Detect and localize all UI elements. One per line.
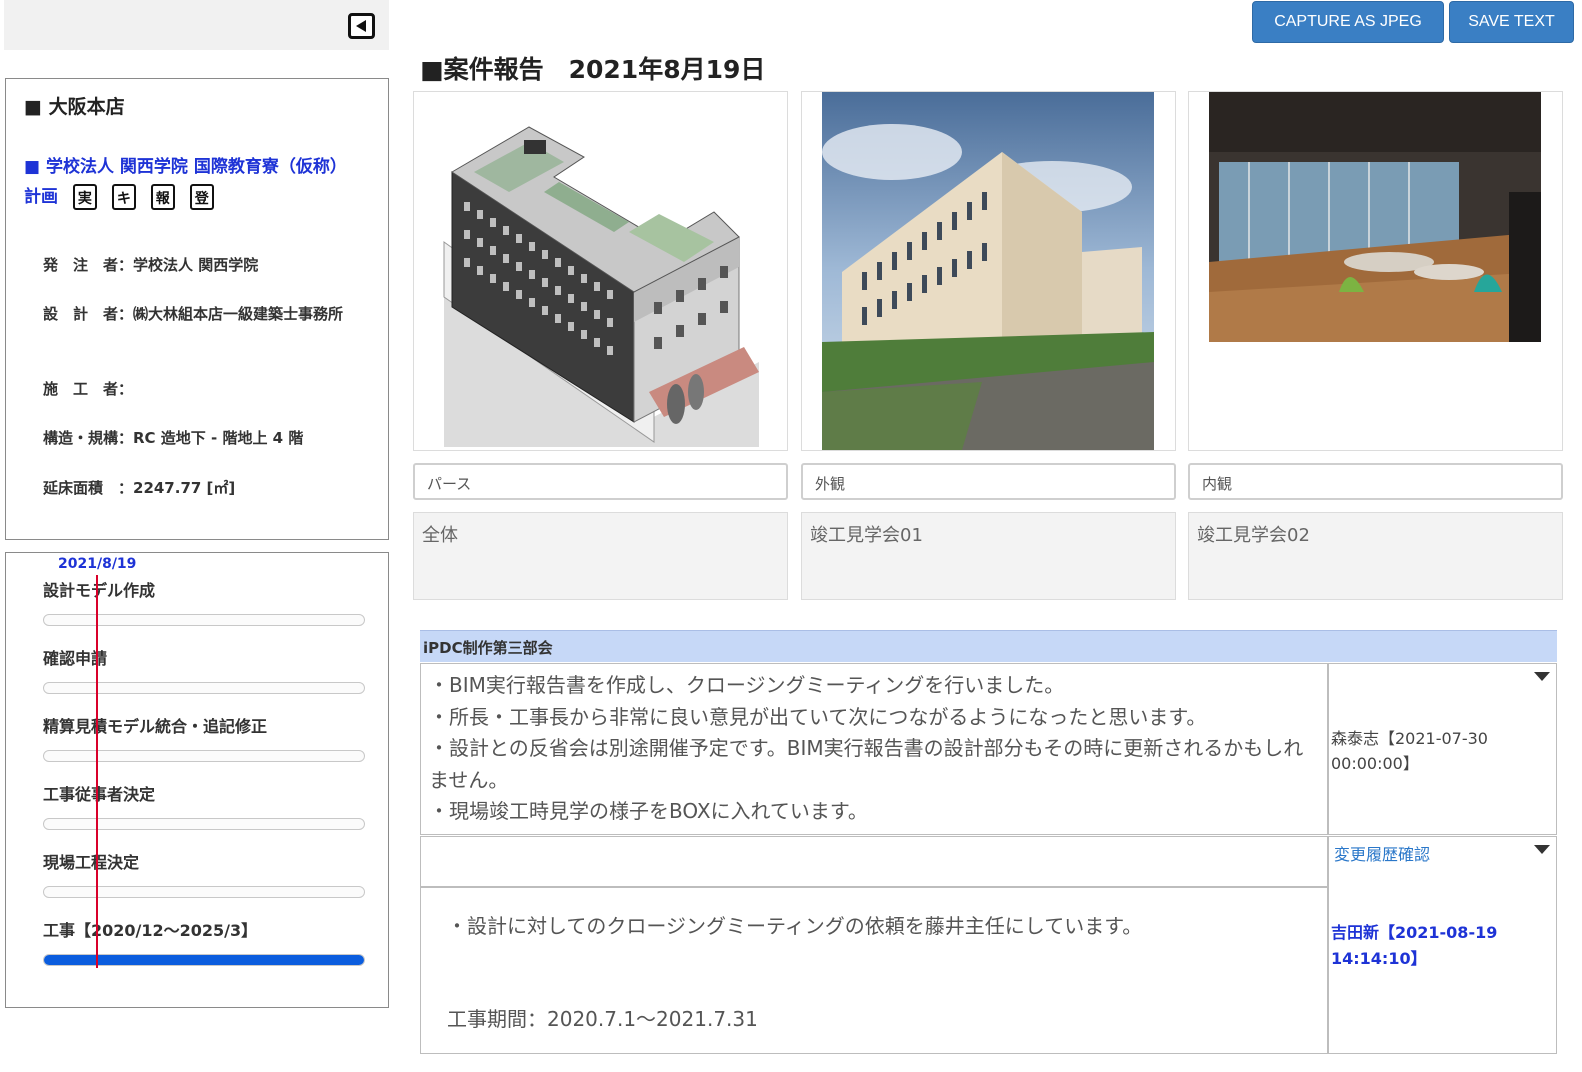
report-entry-meta: 森泰志【2021-07-30 00:00:00】 bbox=[1328, 663, 1557, 835]
report-title: ■案件報告 2021年8月19日 bbox=[420, 55, 766, 84]
task-label: 現場工程決定 bbox=[43, 853, 140, 872]
photo-description-field[interactable]: 全体 bbox=[413, 512, 788, 600]
task-progress-bar bbox=[43, 750, 365, 762]
bim-model-image bbox=[414, 92, 787, 450]
today-marker-line bbox=[96, 575, 98, 968]
capture-jpeg-button[interactable]: CAPTURE AS JPEG bbox=[1252, 1, 1444, 43]
badge-jikko[interactable]: 実 bbox=[72, 184, 97, 210]
project-title[interactable]: ■ 学校法人 関西学院 国際教育寮（仮称）計画 実 キ 報 登 bbox=[24, 152, 354, 212]
report-line: ・所長・工事長から非常に良い意見が出ていて次につながるようになったと思います。 bbox=[429, 704, 1207, 729]
badge-tou[interactable]: 登 bbox=[189, 184, 214, 210]
sidebar-topbar bbox=[4, 0, 389, 50]
entry-author: 森泰志【2021-07-30 00:00:00】 bbox=[1331, 729, 1488, 773]
progress-panel: 2021/8/19 設計モデル作成 確認申請 精算見積モデル統合・追記修正 工事… bbox=[5, 552, 389, 1008]
interior-photo-image bbox=[1189, 92, 1562, 450]
photo-exterior[interactable] bbox=[801, 91, 1176, 451]
photo-description-field[interactable]: 竣工見学会02 bbox=[1188, 512, 1563, 600]
task-progress-bar bbox=[43, 682, 365, 694]
save-text-button[interactable]: SAVE TEXT bbox=[1449, 1, 1574, 43]
task-progress-bar bbox=[43, 818, 365, 830]
change-history-link[interactable]: 変更履歴確認 bbox=[1334, 841, 1430, 865]
report-entry-text[interactable]: ・設計に対してのクロージングミーティングの依頼を藤井主任にしています。 工事期間… bbox=[420, 887, 1328, 1054]
contractor-line: 施 工 者： bbox=[43, 380, 134, 398]
badge-ki[interactable]: キ bbox=[111, 184, 136, 210]
project-info-panel: ■ 大阪本店 ■ 学校法人 関西学院 国際教育寮（仮称）計画 実 キ 報 登 発… bbox=[5, 78, 389, 540]
photo-caption-input[interactable]: パース bbox=[413, 463, 788, 500]
report-line: ・設計との反省会は別途開催予定です。BIM実行報告書の設計部分もその時に更新され… bbox=[429, 736, 1304, 792]
task-label: 精算見積モデル統合・追記修正 bbox=[43, 717, 268, 736]
photo-description-field[interactable]: 竣工見学会01 bbox=[801, 512, 1176, 600]
task-label: 工事従事者決定 bbox=[43, 785, 156, 804]
task-progress-bar bbox=[43, 614, 365, 626]
construction-period: 工事期間：2020.7.1～2021.7.31 bbox=[447, 1007, 758, 1031]
floor-area-line: 延床面積 ：2247.77 [㎡] bbox=[43, 479, 236, 497]
photo-caption-input[interactable]: 内観 bbox=[1188, 463, 1563, 500]
report-entry-meta: 変更履歴確認 吉田新【2021-08-19 14:14:10】 bbox=[1328, 836, 1557, 1054]
badge-hou[interactable]: 報 bbox=[150, 184, 175, 210]
office-title: ■ 大阪本店 bbox=[24, 96, 125, 118]
structure-line: 構造・規構：RC 造地下 - 階地上 4 階 bbox=[43, 429, 304, 447]
today-label: 2021/8/19 bbox=[58, 556, 137, 572]
chevron-down-icon[interactable] bbox=[1534, 672, 1550, 681]
photo-caption-input[interactable]: 外観 bbox=[801, 463, 1176, 500]
task-progress-bar bbox=[43, 954, 365, 966]
report-entry-subject-field[interactable] bbox=[420, 836, 1328, 887]
report-line: ・設計に対してのクロージングミーティングの依頼を藤井主任にしています。 bbox=[447, 914, 1143, 938]
department-header: iPDC制作第三部会 bbox=[420, 630, 1557, 662]
task-label: 工事【2020/12～2025/3】 bbox=[43, 921, 258, 940]
report-entry-text[interactable]: ・BIM実行報告書を作成し、クロージングミーティングを行いました。 ・所長・工事… bbox=[420, 663, 1328, 835]
entry-author: 吉田新【2021-08-19 14:14:10】 bbox=[1331, 923, 1498, 968]
report-line: ・現場竣工時見学の様子をBOXに入れています。 bbox=[429, 799, 868, 823]
designer-line: 設 計 者：㈱大林組本店一級建築士事務所 bbox=[43, 305, 344, 323]
report-line: ・BIM実行報告書を作成し、クロージングミーティングを行いました。 bbox=[429, 673, 1065, 697]
task-label: 設計モデル作成 bbox=[43, 581, 156, 600]
collapse-left-icon[interactable] bbox=[348, 13, 375, 39]
task-progress-bar bbox=[43, 886, 365, 898]
photo-perspective[interactable] bbox=[413, 91, 788, 451]
photo-interior[interactable] bbox=[1188, 91, 1563, 451]
exterior-photo-image bbox=[802, 92, 1175, 450]
client-line: 発 注 者：学校法人 関西学院 bbox=[43, 256, 259, 274]
chevron-down-icon[interactable] bbox=[1534, 845, 1550, 854]
